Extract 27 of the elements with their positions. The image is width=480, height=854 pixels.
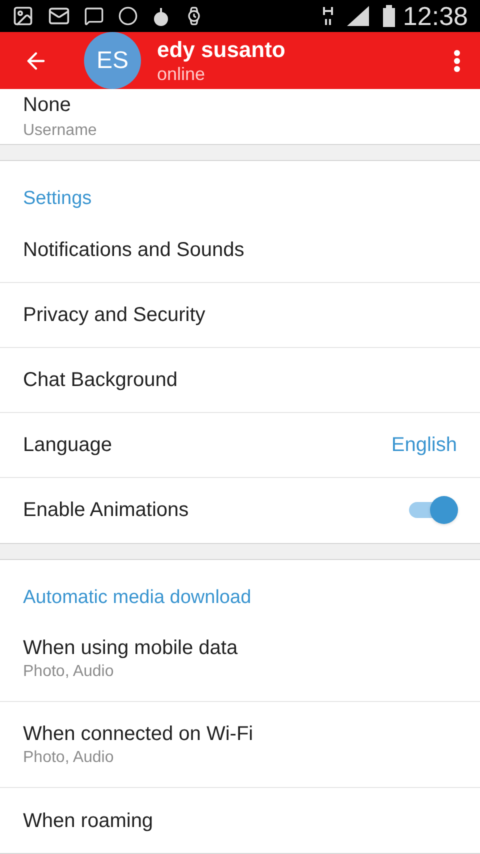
chat-icon — [84, 6, 104, 26]
menu-item[interactable]: When roaming — [23, 806, 154, 836]
avatar: ES — [84, 32, 141, 89]
menu-item[interactable]: When connected on Wi-Fi — [23, 724, 457, 744]
item-detail: Photo, Audio — [23, 664, 115, 680]
picture-icon — [12, 5, 34, 27]
contact-name: edy susanto — [157, 36, 286, 63]
more-options-button[interactable] — [454, 50, 460, 72]
circle-icon — [118, 6, 138, 26]
menu-item[interactable]: When using mobile data — [23, 638, 457, 658]
section-title: Automatic media download — [23, 586, 252, 608]
network-type-icon — [322, 6, 333, 26]
username-value: None — [23, 94, 72, 114]
signal-icon — [346, 6, 369, 26]
menu-item[interactable]: Language — [23, 430, 112, 460]
bomb-icon — [152, 5, 170, 27]
contact-status: online — [157, 63, 206, 86]
username-caption: Username — [23, 122, 98, 138]
mail-icon — [48, 5, 70, 27]
section-title: Settings — [23, 188, 92, 209]
clock: 12:38 — [402, 0, 468, 32]
menu-item[interactable]: Chat Background — [23, 364, 178, 394]
more-icon — [454, 50, 460, 72]
menu-item[interactable]: Notifications and Sounds — [23, 234, 244, 264]
item-detail: Photo, Audio — [23, 750, 115, 766]
menu-item[interactable]: Privacy and Security — [23, 300, 206, 330]
battery-icon — [382, 5, 395, 27]
